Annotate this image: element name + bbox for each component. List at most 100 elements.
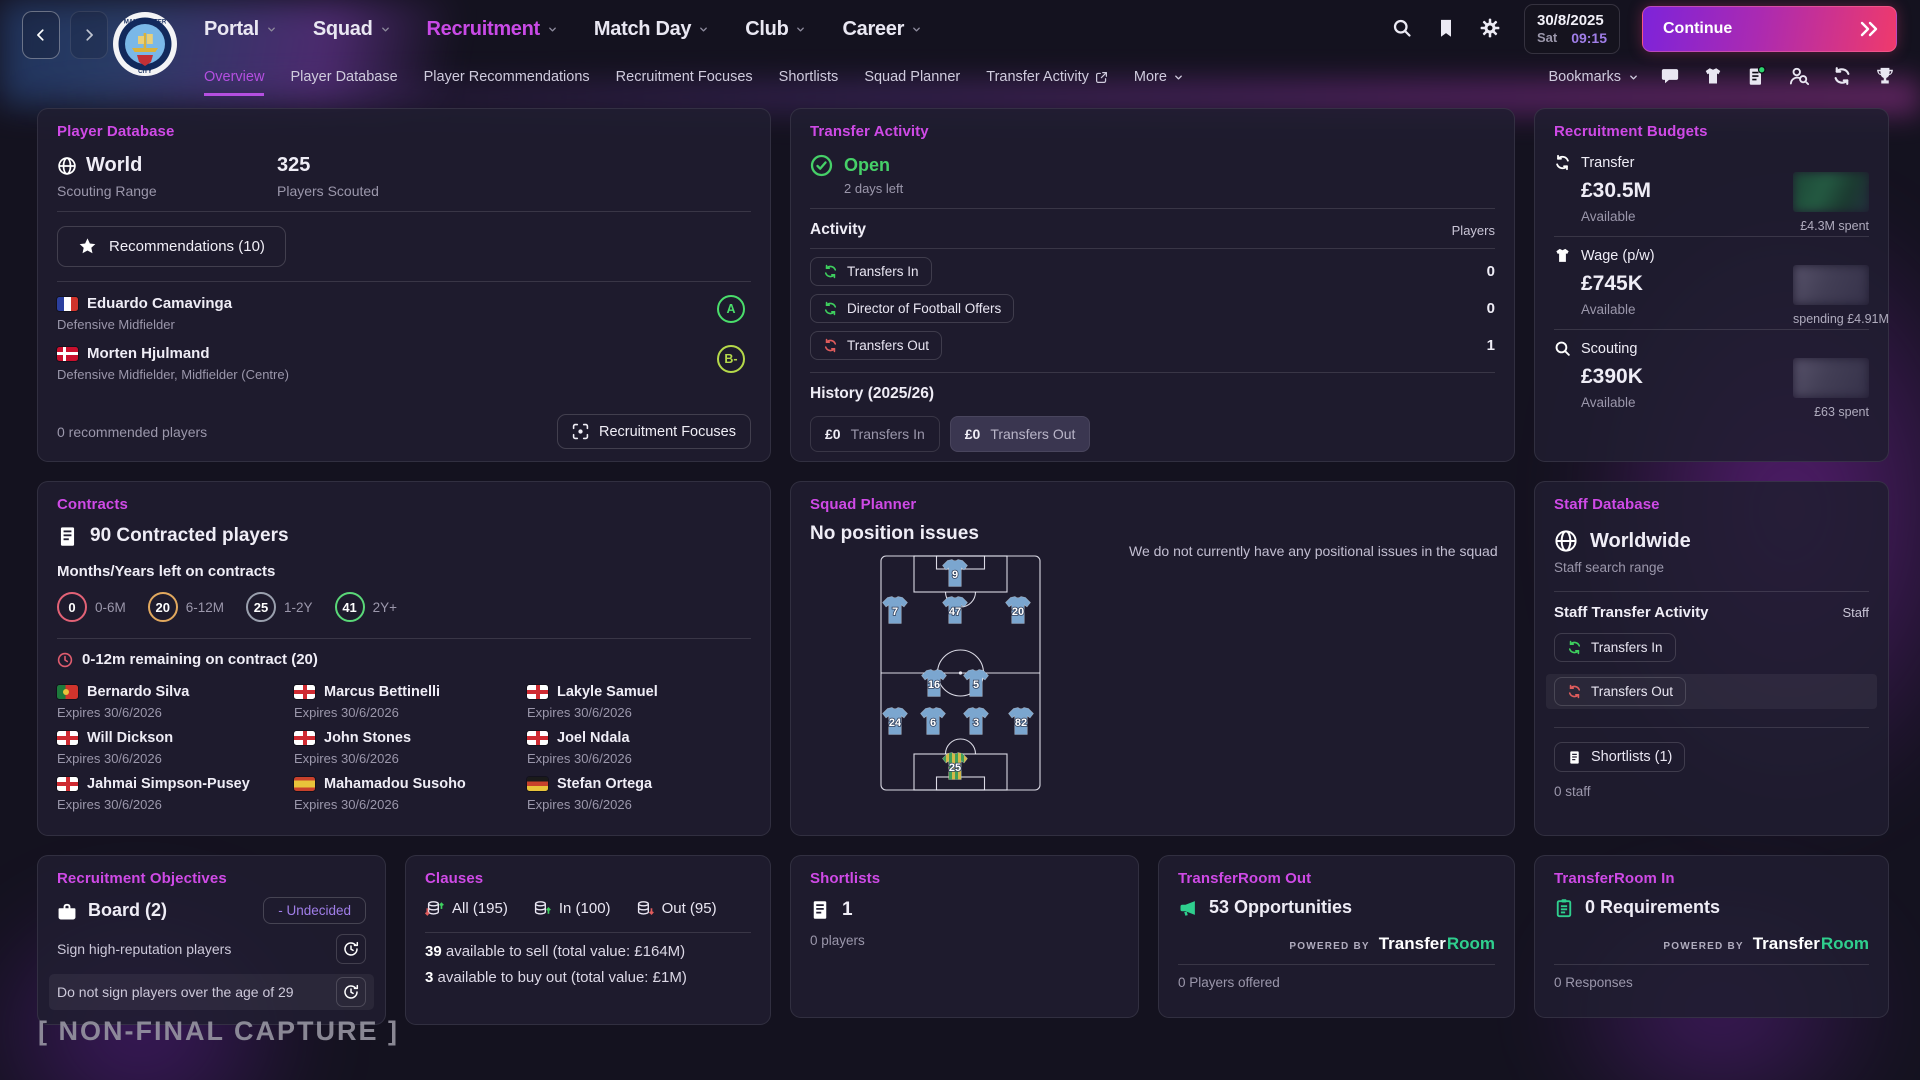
pitch-shirt[interactable]: 3 (964, 708, 989, 735)
transfers-out-button[interactable]: Transfers Out (810, 331, 942, 360)
pitch-shirt[interactable]: 6 (921, 708, 946, 735)
subnav-item-squad-planner[interactable]: Squad Planner (864, 58, 960, 96)
undecided-status-pill[interactable]: - Undecided (263, 897, 366, 924)
nav-item-career[interactable]: Career (842, 18, 922, 41)
staff-transfers-in-button[interactable]: Transfers In (1554, 633, 1676, 662)
chat-icon[interactable] (1660, 66, 1682, 88)
pitch-shirt[interactable]: 5 (964, 670, 989, 697)
player-name: Will Dickson (87, 730, 173, 746)
subnav-item-shortlists[interactable]: Shortlists (779, 58, 839, 96)
person-search-icon[interactable] (1789, 66, 1811, 88)
expiring-contract-player[interactable]: Joel Ndala Expires 30/6/2026 (527, 730, 751, 766)
objective-history-button[interactable] (336, 934, 366, 964)
contract-bucket-1-2y[interactable]: 25 1-2Y (246, 592, 313, 622)
subnav-item-player-recommendations[interactable]: Player Recommendations (424, 58, 590, 96)
pitch-shirt[interactable]: 9 (943, 560, 968, 587)
expiring-contract-player[interactable]: Stefan Ortega Expires 30/6/2026 (527, 776, 751, 812)
expiring-contract-player[interactable]: Mahamadou Susoho Expires 30/6/2026 (294, 776, 527, 812)
pitch-shirt[interactable]: 16 (922, 670, 947, 697)
expiring-contract-player[interactable]: Marcus Bettinelli Expires 30/6/2026 (294, 684, 527, 720)
shirt-number: 16 (928, 679, 940, 691)
nav-item-club[interactable]: Club (745, 18, 806, 41)
subnav-item-overview[interactable]: Overview (204, 58, 264, 96)
bookmark-icon[interactable] (1436, 18, 1458, 40)
budget-chart-thumbnail (1793, 358, 1869, 398)
requirements-count: 0 Requirements (1585, 897, 1720, 918)
search-icon[interactable] (1392, 18, 1414, 40)
player-name: Mahamadou Susoho (324, 776, 466, 792)
trophy-icon[interactable] (1875, 66, 1897, 88)
gear-icon[interactable] (1480, 18, 1502, 40)
game-date[interactable]: 30/8/2025 Sat 09:15 (1524, 4, 1620, 54)
bottom-middle-pair: Shortlists 1 0 players TransferRoom Out … (790, 855, 1515, 1018)
contract-bucket-2y-[interactable]: 41 2Y+ (335, 592, 397, 622)
nav-label: Portal (204, 18, 259, 41)
sync-icon[interactable] (1832, 66, 1854, 88)
continue-label: Continue (1663, 20, 1732, 38)
nav-item-portal[interactable]: Portal (204, 18, 277, 41)
pitch-shirt[interactable]: 47 (943, 597, 968, 624)
subnav-label: Recruitment Focuses (616, 69, 753, 85)
budget-section-transfer[interactable]: Transfer £30.5M Available £4.3M spent (1554, 144, 1869, 236)
subnav-item-transfer-activity[interactable]: Transfer Activity (986, 58, 1108, 96)
clauses-tab-in-100-[interactable]: In (100) (532, 899, 611, 918)
objective-row[interactable]: Sign high-reputation players (49, 931, 374, 967)
pitch-shirt[interactable]: 20 (1006, 597, 1031, 624)
objective-row[interactable]: Do not sign players over the age of 29 (49, 974, 374, 1010)
history-transfers-in-button[interactable]: £0 Transfers In (810, 416, 940, 452)
nav-item-recruitment[interactable]: Recruitment (427, 18, 558, 41)
transfers-out-icon (823, 338, 838, 353)
activity-value: 0 (1487, 300, 1495, 317)
expiring-contract-player[interactable]: Jahmai Simpson-Pusey Expires 30/6/2026 (57, 776, 294, 812)
clauses-text: available to buy out (total value: £1M) (433, 969, 686, 986)
scouting-range-stat[interactable]: World Scouting Range (57, 154, 277, 199)
budget-section-wage-p-w-[interactable]: Wage (p/w) £745K Available spending £4.9… (1554, 236, 1869, 329)
jersey-icon[interactable] (1703, 66, 1725, 88)
transferroom-branding: POWERED BY Transfer Room (1178, 934, 1495, 954)
contract-bucket-6-12m[interactable]: 20 6-12M (148, 592, 224, 622)
clauses-tab-out-95-[interactable]: Out (95) (635, 899, 717, 918)
activity-value: 0 (1487, 263, 1495, 280)
subnav-item-more[interactable]: More (1134, 58, 1184, 96)
players-scouted-value: 325 (277, 154, 310, 177)
contract-bucket-0-6m[interactable]: 0 0-6M (57, 592, 126, 622)
pitch-shirt-goalkeeper[interactable]: 25 (943, 753, 968, 780)
main-navigation: Portal Squad Recruitment Match Day Club … (204, 0, 922, 58)
staff-shortlists-button[interactable]: Shortlists (1) (1554, 742, 1685, 772)
nav-item-match-day[interactable]: Match Day (594, 18, 709, 41)
pitch-shirt[interactable]: 7 (883, 597, 908, 624)
back-button[interactable] (22, 11, 60, 59)
window-days-left: 2 days left (844, 181, 1495, 196)
pitch-shirt[interactable]: 24 (883, 708, 908, 735)
expiring-contract-player[interactable]: Lakyle Samuel Expires 30/6/2026 (527, 684, 751, 720)
expiring-contract-player[interactable]: Will Dickson Expires 30/6/2026 (57, 730, 294, 766)
continue-button[interactable]: Continue (1642, 6, 1897, 52)
recommendations-button[interactable]: Recommendations (10) (57, 226, 286, 267)
shirt-number: 47 (949, 606, 961, 618)
transfers-in-button[interactable]: Transfers In (810, 257, 932, 286)
recruitment-focuses-button[interactable]: Recruitment Focuses (557, 414, 751, 449)
recommended-player-row[interactable]: Morten Hjulmand Defensive Midfielder, Mi… (57, 345, 751, 382)
objective-history-button[interactable] (336, 977, 366, 1007)
scout-rating-badge: B- (717, 345, 745, 373)
nav-item-squad[interactable]: Squad (313, 18, 391, 41)
document-badge-icon[interactable] (1746, 66, 1768, 88)
expiring-contract-player[interactable]: Bernardo Silva Expires 30/6/2026 (57, 684, 294, 720)
subnav-item-player-database[interactable]: Player Database (290, 58, 397, 96)
recommended-player-row[interactable]: Eduardo Camavinga Defensive Midfielder A (57, 295, 751, 332)
forward-button[interactable] (70, 11, 108, 59)
expiring-contract-player[interactable]: John Stones Expires 30/6/2026 (294, 730, 527, 766)
budget-section-scouting[interactable]: Scouting £390K Available £63 spent (1554, 329, 1869, 422)
opportunities-count: 53 Opportunities (1209, 897, 1352, 918)
pitch-shirt[interactable]: 82 (1009, 708, 1034, 735)
subnav-item-recruitment-focuses[interactable]: Recruitment Focuses (616, 58, 753, 96)
transferroom-out-title: TransferRoom Out (1178, 870, 1495, 887)
staff-transfers-out-button[interactable]: Transfers Out (1554, 677, 1686, 706)
staff-search-range[interactable]: Worldwide (1554, 529, 1869, 553)
squad-planner-pitch[interactable]: 9 7 47 20 16 5 24 6 3 82 25 (879, 554, 1042, 792)
history-transfers-out-button[interactable]: £0 Transfers Out (950, 416, 1091, 452)
bookmarks-dropdown[interactable]: Bookmarks (1548, 69, 1639, 85)
director-of-football-offers-button[interactable]: Director of Football Offers (810, 294, 1014, 323)
contract-expiry: Expires 30/6/2026 (294, 705, 527, 720)
clauses-tab-all-195-[interactable]: All (195) (425, 899, 508, 918)
